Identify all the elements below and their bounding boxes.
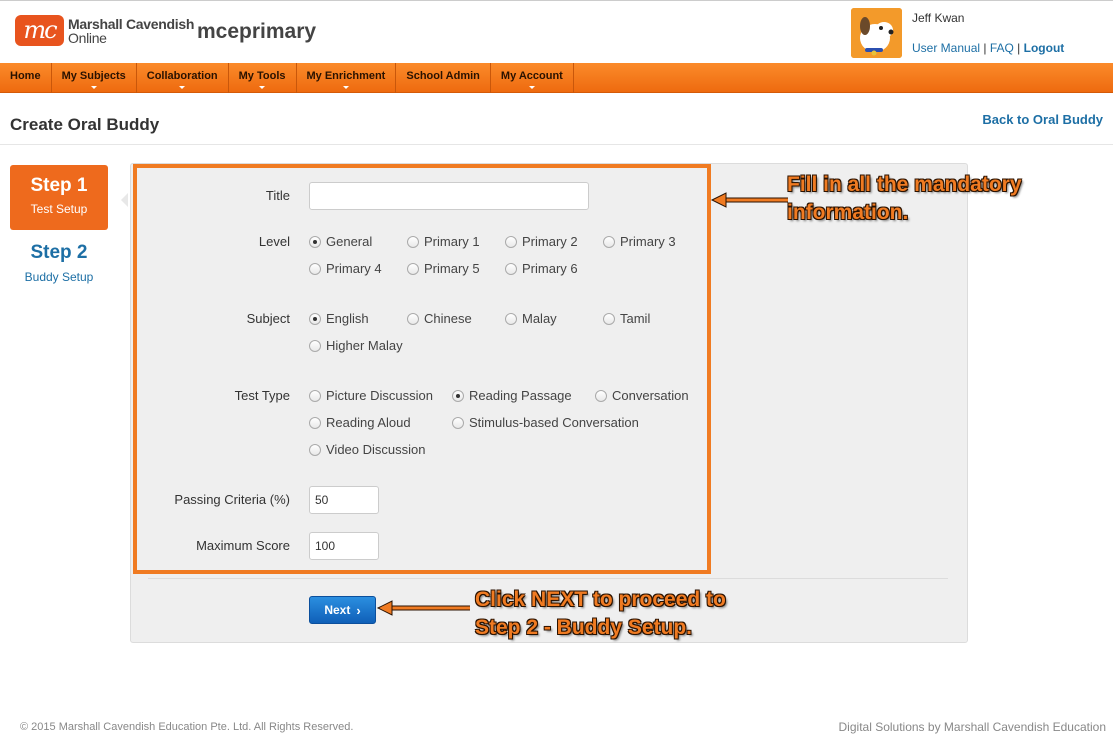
link-separator: |: [1013, 41, 1024, 55]
nav-label: Collaboration: [146, 70, 218, 82]
annotation-line: Click NEXT to proceed to: [475, 588, 726, 611]
nav-my-account[interactable]: My Account: [491, 63, 574, 93]
logo-mark: mc: [15, 15, 64, 46]
annotation-line: Fill in all the mandatory: [787, 173, 1022, 196]
chevron-right-icon: ›: [356, 602, 361, 618]
step-1-active[interactable]: Step 1 Test Setup: [10, 165, 108, 230]
nav-my-tools[interactable]: My Tools: [229, 63, 297, 93]
annotation-fill-mandatory: Fill in all the mandatory information.: [787, 171, 1022, 227]
logo-text: Marshall Cavendish Online: [68, 17, 194, 45]
avatar[interactable]: [851, 8, 902, 58]
next-button-label: Next: [324, 603, 351, 617]
step-pointer-icon: [121, 193, 128, 207]
main-nav: Home My Subjects Collaboration My Tools …: [0, 63, 1113, 93]
logo-line1: Marshall Cavendish: [68, 15, 195, 32]
caret-down-icon: [528, 86, 535, 89]
next-button[interactable]: Next ›: [309, 596, 376, 624]
nav-label: My Subjects: [61, 70, 126, 82]
step-number: Step 1: [30, 175, 88, 196]
nav-my-enrichment[interactable]: My Enrichment: [297, 63, 397, 93]
footer-credit: Digital Solutions by Marshall Cavendish …: [838, 720, 1106, 734]
nav-home[interactable]: Home: [0, 63, 52, 93]
logout-link[interactable]: Logout: [1024, 41, 1065, 55]
annotation-arrow-icon: [710, 192, 788, 208]
dog-avatar-icon: [851, 8, 902, 58]
back-to-oral-buddy-link[interactable]: Back to Oral Buddy: [982, 112, 1103, 127]
nav-label: My Tools: [238, 70, 286, 82]
divider: [0, 144, 1113, 145]
page-title: Create Oral Buddy: [10, 115, 160, 134]
step-2[interactable]: Step 2 Buddy Setup: [10, 242, 108, 284]
brand-logo[interactable]: mc Marshall Cavendish Online: [15, 15, 194, 46]
nav-collaboration[interactable]: Collaboration: [137, 63, 229, 93]
nav-label: My Enrichment: [306, 70, 386, 82]
faq-link[interactable]: FAQ: [990, 41, 1014, 55]
nav-my-subjects[interactable]: My Subjects: [52, 63, 137, 93]
caret-down-icon: [342, 86, 349, 89]
footer-copyright: © 2015 Marshall Cavendish Education Pte.…: [20, 721, 354, 733]
step-label: Buddy Setup: [24, 270, 94, 284]
step-number: Step 2: [30, 242, 88, 263]
header: mc Marshall Cavendish Online mceprimary …: [0, 0, 1113, 63]
annotation-line: information.: [787, 201, 909, 224]
nav-label: Home: [10, 70, 41, 82]
step-label: Test Setup: [30, 202, 88, 216]
user-links: User Manual | FAQ | Logout: [912, 41, 1064, 55]
caret-down-icon: [90, 86, 97, 89]
annotation-click-next: Click NEXT to proceed to Step 2 - Buddy …: [475, 586, 726, 642]
link-separator: |: [980, 41, 990, 55]
caret-down-icon: [179, 86, 186, 89]
annotation-arrow-icon: [376, 600, 470, 616]
annotation-line: Step 2 - Buddy Setup.: [475, 616, 693, 639]
site-name: mceprimary: [197, 20, 317, 43]
nav-label: School Admin: [406, 70, 480, 82]
logo-line2: Online: [68, 29, 107, 46]
nav-label: My Account: [500, 70, 563, 82]
mandatory-fields-highlight: [133, 164, 711, 574]
nav-school-admin[interactable]: School Admin: [396, 63, 491, 93]
user-name: Jeff Kwan: [912, 11, 965, 25]
form-divider: [148, 578, 948, 579]
page-root: mc Marshall Cavendish Online mceprimary …: [0, 0, 1113, 739]
caret-down-icon: [259, 86, 266, 89]
user-manual-link[interactable]: User Manual: [912, 41, 980, 55]
